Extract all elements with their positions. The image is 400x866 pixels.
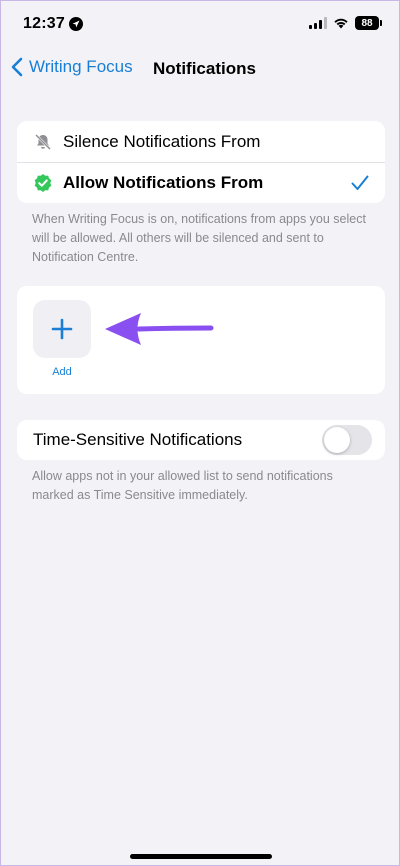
allowed-apps-card: Add bbox=[17, 286, 385, 394]
time-sensitive-description: Allow apps not in your allowed list to s… bbox=[32, 469, 333, 502]
add-app-label[interactable]: Add bbox=[33, 366, 91, 378]
home-indicator[interactable] bbox=[130, 854, 272, 859]
navigation-bar: Writing Focus Notifications bbox=[1, 53, 399, 87]
plus-icon bbox=[51, 318, 73, 340]
toggle-knob bbox=[324, 427, 350, 453]
check-badge-icon bbox=[33, 173, 53, 193]
arrow-left-icon bbox=[105, 313, 214, 345]
screen: 12:37 88 Writing Focus Notifications Sil… bbox=[0, 0, 400, 866]
time-sensitive-row: Time-Sensitive Notifications bbox=[17, 420, 385, 460]
signal-icon bbox=[309, 17, 327, 29]
add-app-button[interactable] bbox=[33, 300, 91, 358]
time-sensitive-label: Time-Sensitive Notifications bbox=[33, 430, 243, 449]
wifi-icon bbox=[334, 18, 348, 29]
mode-description: When Writing Focus is on, notifications … bbox=[32, 212, 366, 264]
time-sensitive-toggle[interactable] bbox=[322, 425, 372, 455]
status-icons: 88 bbox=[309, 16, 382, 30]
silence-notifications-label: Silence Notifications From bbox=[63, 131, 261, 151]
time-sensitive-group: Time-Sensitive Notifications bbox=[17, 420, 385, 460]
bell-slash-icon bbox=[33, 132, 53, 152]
silence-notifications-option[interactable]: Silence Notifications From bbox=[17, 121, 385, 162]
allow-notifications-option[interactable]: Allow Notifications From bbox=[17, 162, 385, 203]
back-button-label: Writing Focus bbox=[29, 57, 133, 76]
checkmark-icon bbox=[351, 175, 369, 190]
chevron-left-icon bbox=[11, 57, 23, 77]
back-button[interactable]: Writing Focus bbox=[11, 57, 133, 77]
status-time: 12:37 bbox=[23, 15, 65, 32]
status-bar: 12:37 88 bbox=[1, 1, 399, 49]
location-arrow-icon bbox=[69, 17, 83, 31]
notification-mode-group: Silence Notifications From Allow Notific… bbox=[17, 121, 385, 203]
page-title: Notifications bbox=[153, 59, 256, 78]
battery-indicator: 88 bbox=[355, 16, 382, 30]
allow-notifications-label: Allow Notifications From bbox=[63, 173, 264, 192]
